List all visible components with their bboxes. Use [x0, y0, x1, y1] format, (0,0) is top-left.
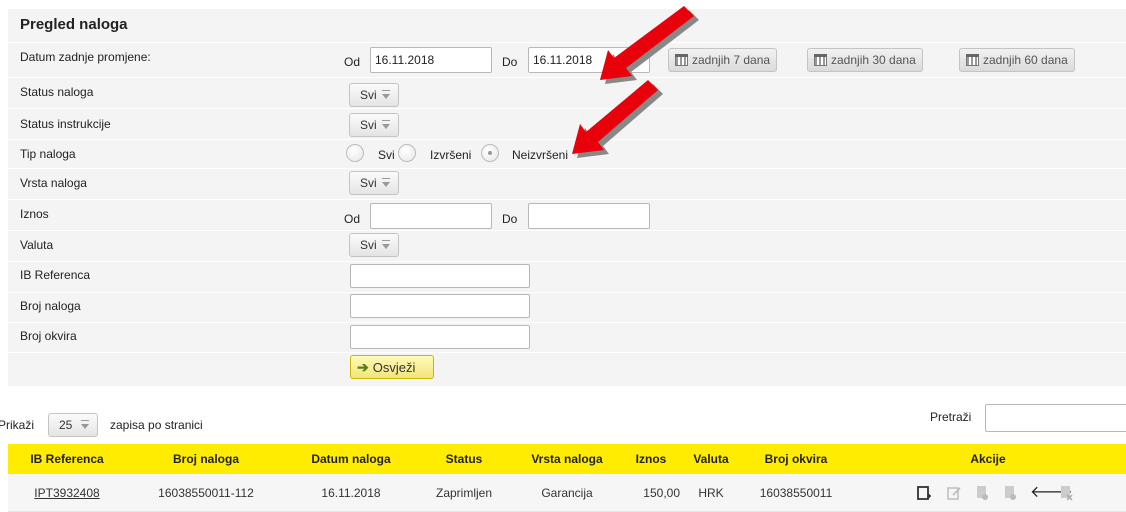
status-naloga-label: Status naloga	[20, 85, 94, 99]
chevron-down-icon	[382, 178, 390, 187]
table-row: IPT3932408 16038550011-112 16.11.2018 Za…	[8, 474, 1126, 512]
vrsta-naloga-dropdown[interactable]: Svi	[349, 171, 399, 195]
last-60-days-button[interactable]: zadnjih 60 dana	[959, 48, 1075, 72]
last-7-days-label: zadnjih 7 dana	[692, 53, 771, 67]
col-broj-naloga[interactable]: Broj naloga	[126, 444, 286, 474]
radio-neizvrseni-label: Neizvršeni	[512, 148, 569, 162]
vrsta-naloga-value: Svi	[360, 176, 377, 190]
refresh-button[interactable]: ➔ Osvježi	[350, 355, 434, 379]
chevron-down-icon	[382, 90, 390, 99]
col-datum-naloga[interactable]: Datum naloga	[286, 444, 416, 474]
cell-valuta: HRK	[698, 486, 724, 500]
radio-svi[interactable]	[346, 144, 364, 162]
filter-row-broj-naloga	[8, 292, 1126, 321]
radio-izvrseni[interactable]	[398, 144, 416, 162]
col-status[interactable]: Status	[416, 444, 512, 474]
col-akcije: Akcije	[970, 452, 1006, 466]
last-30-days-label: zadnjih 30 dana	[831, 53, 916, 67]
page-size-dropdown[interactable]: 25	[48, 413, 98, 437]
per-page-label: zapisa po stranici	[110, 418, 203, 432]
iznos-to-label: Do	[502, 212, 518, 226]
valuta-label: Valuta	[20, 238, 54, 252]
broj-okvira-label: Broj okvira	[20, 329, 77, 343]
broj-naloga-input[interactable]	[350, 294, 530, 318]
chevron-down-icon	[81, 420, 89, 429]
cell-datum-naloga: 16.11.2018	[321, 486, 381, 500]
calendar-icon	[675, 54, 688, 66]
date-to-input[interactable]	[528, 47, 650, 73]
arrow-right-icon: ➔	[357, 358, 369, 375]
vrsta-naloga-label: Vrsta naloga	[20, 176, 87, 190]
document-icon[interactable]	[1002, 485, 1018, 501]
filter-row-status-instrukcije	[8, 108, 1126, 137]
page-size-value: 25	[59, 418, 73, 432]
ib-referenca-input[interactable]	[350, 264, 530, 288]
filter-row-status-naloga	[8, 77, 1126, 106]
filter-row-actions	[8, 352, 1126, 381]
refresh-label: Osvježi	[372, 359, 416, 375]
radio-izvrseni-label: Izvršeni	[430, 148, 472, 162]
ib-referenca-link[interactable]: IPT3932408	[8, 474, 126, 512]
date-from-label: Od	[344, 55, 361, 69]
cell-broj-naloga: 16038550011-112	[158, 486, 254, 500]
broj-okvira-input[interactable]	[350, 325, 530, 349]
status-instrukcije-dropdown[interactable]: Svi	[349, 113, 399, 137]
broj-naloga-label: Broj naloga	[20, 299, 81, 313]
chevron-down-icon	[382, 240, 390, 249]
tip-naloga-label: Tip naloga	[20, 147, 76, 161]
col-valuta[interactable]: Valuta	[680, 444, 742, 474]
search-label: Pretraži	[930, 410, 972, 424]
last-7-days-button[interactable]: zadnjih 7 dana	[668, 48, 778, 72]
datum-label: Datum zadnje promjene:	[20, 50, 151, 64]
cell-vrsta-naloga: Garancija	[541, 486, 593, 500]
last-60-days-label: zadnjih 60 dana	[983, 53, 1068, 67]
filter-row-valuta	[8, 230, 1126, 259]
filter-row-broj-okvira	[8, 322, 1126, 351]
status-naloga-dropdown[interactable]: Svi	[349, 83, 399, 107]
table-header: IB Referenca Broj naloga Datum naloga St…	[8, 444, 1126, 474]
iznos-from-label: Od	[344, 212, 361, 226]
col-ib-referenca[interactable]: IB Referenca	[8, 444, 126, 474]
document-icon[interactable]	[974, 485, 990, 501]
cell-broj-okvira: 16038550011	[759, 486, 833, 500]
date-from-input[interactable]	[370, 47, 492, 73]
valuta-value: Svi	[360, 238, 377, 252]
col-iznos[interactable]: Iznos	[622, 444, 680, 474]
cell-iznos: 150,00	[643, 486, 680, 500]
new-document-icon[interactable]	[916, 485, 932, 501]
ib-referenca-label: IB Referenca	[20, 268, 91, 282]
search-input[interactable]	[985, 404, 1126, 432]
calendar-icon	[814, 54, 827, 66]
radio-neizvrseni[interactable]	[481, 144, 499, 162]
status-instrukcije-value: Svi	[360, 118, 377, 132]
status-instrukcije-label: Status instrukcije	[20, 117, 111, 131]
show-label: Prikaži	[0, 418, 35, 432]
iznos-from-input[interactable]	[370, 203, 492, 229]
filter-row-ib-referenca	[8, 261, 1126, 290]
iznos-label: Iznos	[20, 207, 49, 221]
cell-status: Zaprimljen	[435, 486, 492, 500]
filter-row-vrsta-naloga	[8, 168, 1126, 197]
valuta-dropdown[interactable]: Svi	[349, 233, 399, 257]
col-broj-okvira[interactable]: Broj okvira	[742, 444, 850, 474]
date-to-label: Do	[502, 55, 518, 69]
radio-svi-label: Svi	[378, 148, 395, 162]
last-30-days-button[interactable]: zadnjih 30 dana	[807, 48, 923, 72]
status-naloga-value: Svi	[360, 88, 377, 102]
edit-icon[interactable]	[946, 485, 962, 501]
cancel-document-icon[interactable]	[1058, 485, 1074, 501]
chevron-down-icon	[382, 120, 390, 129]
col-vrsta-naloga[interactable]: Vrsta naloga	[512, 444, 622, 474]
back-arrow-icon[interactable]: 🡐	[1030, 485, 1073, 501]
page-title: Pregled naloga	[20, 16, 128, 33]
calendar-icon	[966, 54, 979, 66]
iznos-to-input[interactable]	[528, 203, 650, 229]
